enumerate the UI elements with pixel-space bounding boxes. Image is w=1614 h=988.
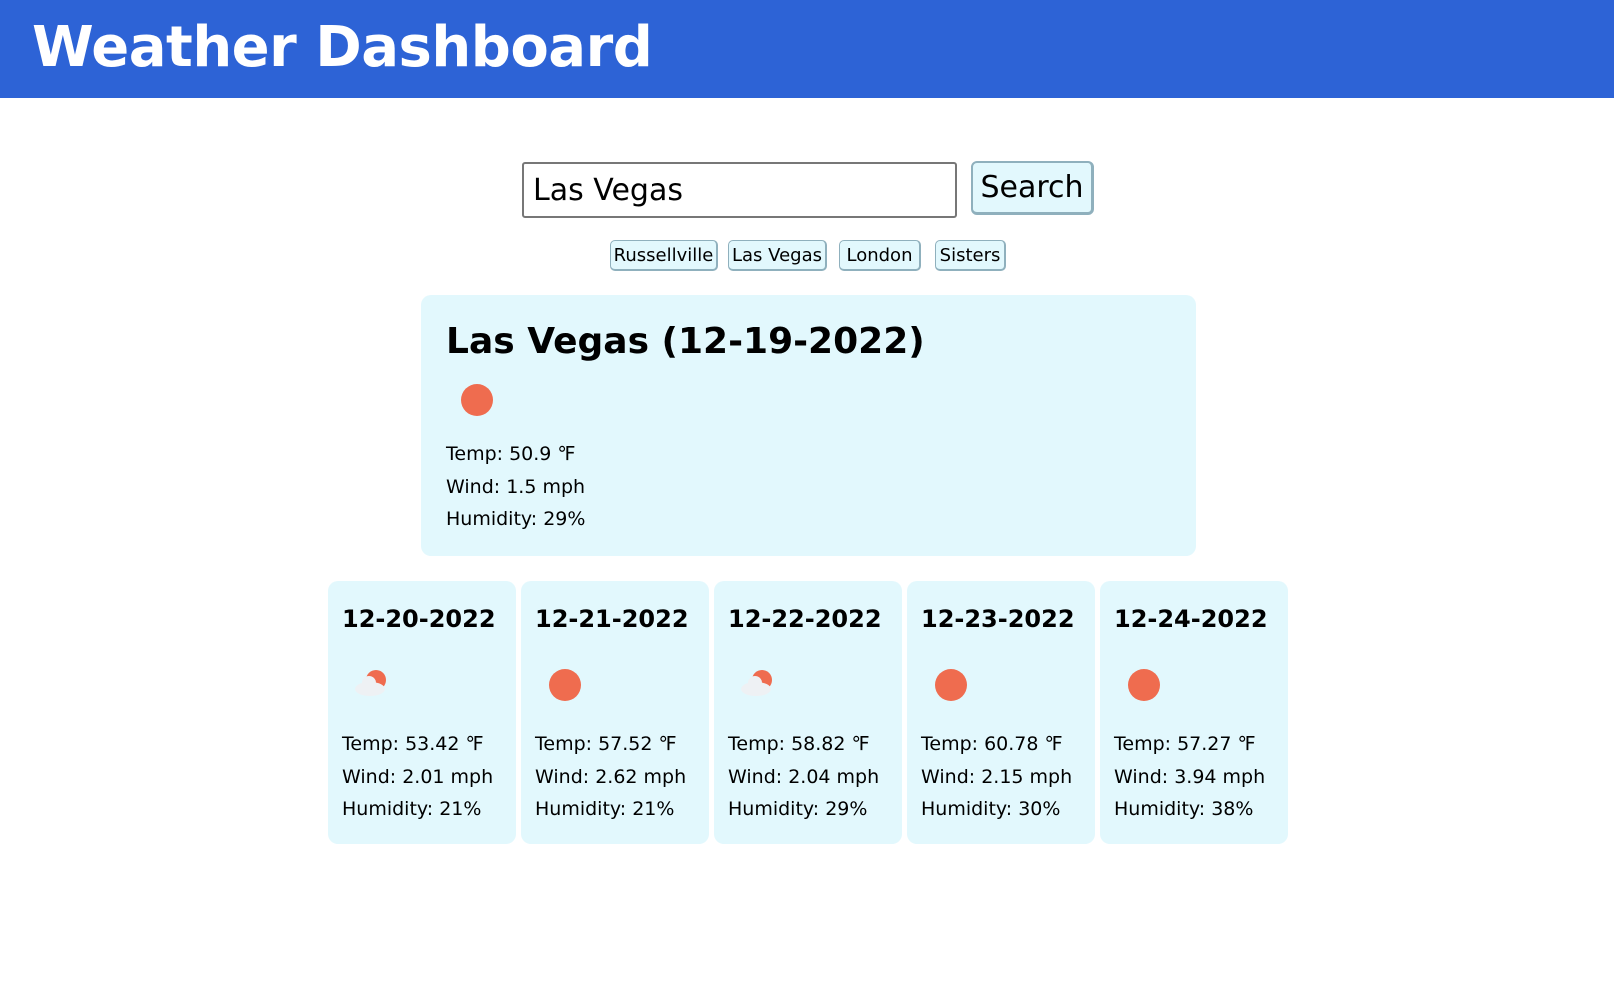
sun-icon xyxy=(1124,665,1164,705)
forecast-wind: Wind: 2.15 mph xyxy=(921,766,1073,788)
partly-cloudy-icon xyxy=(738,665,778,705)
search-button[interactable]: Search xyxy=(971,161,1094,215)
forecast-humidity: Humidity: 30% xyxy=(921,798,1061,820)
forecast-date: 12-22-2022 xyxy=(728,605,882,633)
app-header: Weather Dashboard xyxy=(0,0,1614,98)
forecast-wind: Wind: 2.62 mph xyxy=(535,766,687,788)
forecast-date: 12-20-2022 xyxy=(342,605,496,633)
forecast-temp: Temp: 57.52 ℉ xyxy=(535,733,677,755)
forecast-temp: Temp: 57.27 ℉ xyxy=(1114,733,1256,755)
current-weather-card: Las Vegas (12-19-2022) Temp: 50.9 ℉ Wind… xyxy=(421,295,1196,556)
forecast-wind: Wind: 2.01 mph xyxy=(342,766,494,788)
forecast-temp: Temp: 60.78 ℉ xyxy=(921,733,1063,755)
forecast-card: 12-24-2022 Temp: 57.27 ℉ Wind: 3.94 mph … xyxy=(1100,581,1288,844)
forecast-date: 12-21-2022 xyxy=(535,605,689,633)
forecast-humidity: Humidity: 38% xyxy=(1114,798,1254,820)
forecast-card: 12-23-2022 Temp: 60.78 ℉ Wind: 2.15 mph … xyxy=(907,581,1095,844)
sun-icon xyxy=(545,665,585,705)
sun-icon xyxy=(931,665,971,705)
forecast-card: 12-22-2022 Temp: 58.82 ℉ Wind: 2.04 mph … xyxy=(714,581,902,844)
partly-cloudy-icon xyxy=(352,665,392,705)
history-button-las-vegas[interactable]: Las Vegas xyxy=(728,240,827,271)
current-wind: Wind: 1.5 mph xyxy=(446,476,586,498)
history-button-sisters[interactable]: Sisters xyxy=(935,240,1006,271)
forecast-humidity: Humidity: 21% xyxy=(535,798,675,820)
current-humidity: Humidity: 29% xyxy=(446,508,586,530)
forecast-wind: Wind: 2.04 mph xyxy=(728,766,880,788)
forecast-humidity: Humidity: 21% xyxy=(342,798,482,820)
forecast-date: 12-23-2022 xyxy=(921,605,1075,633)
page-title: Weather Dashboard xyxy=(32,15,653,80)
city-search-input[interactable] xyxy=(522,162,957,218)
forecast-card: 12-20-2022 Temp: 53.42 ℉ Wind: 2.01 mph … xyxy=(328,581,516,844)
history-button-russellville[interactable]: Russellville xyxy=(610,240,718,271)
sun-icon xyxy=(457,380,497,420)
forecast-humidity: Humidity: 29% xyxy=(728,798,868,820)
current-city-title: Las Vegas (12-19-2022) xyxy=(446,321,925,362)
forecast-wind: Wind: 3.94 mph xyxy=(1114,766,1266,788)
forecast-temp: Temp: 53.42 ℉ xyxy=(342,733,484,755)
current-temp: Temp: 50.9 ℉ xyxy=(446,443,576,465)
forecast-date: 12-24-2022 xyxy=(1114,605,1268,633)
history-button-london[interactable]: London xyxy=(839,240,921,271)
forecast-temp: Temp: 58.82 ℉ xyxy=(728,733,870,755)
forecast-card: 12-21-2022 Temp: 57.52 ℉ Wind: 2.62 mph … xyxy=(521,581,709,844)
